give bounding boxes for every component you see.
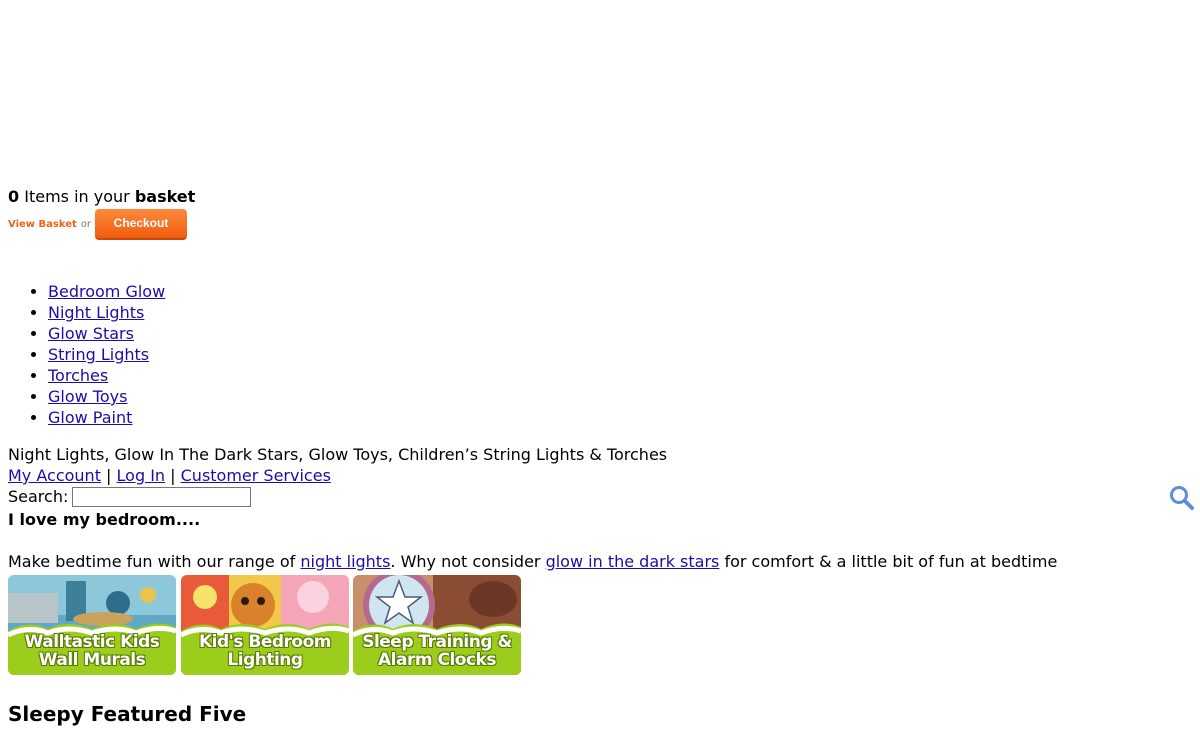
nav-item-night-lights: Night Lights [48,302,165,323]
banner-wall-murals-label: Walltastic Kids Wall Murals [8,633,176,669]
link-separator: | [165,466,181,485]
nav-link-string-lights[interactable]: String Lights [48,345,149,364]
nav-link-glow-stars[interactable]: Glow Stars [48,324,134,343]
banner-sleep-training-label: Sleep Training & Alarm Clocks [353,633,521,669]
search-input[interactable] [72,486,252,507]
banner-bedroom-lighting-label: Kid's Bedroom Lighting [181,633,349,669]
banner-wall-murals-line1: Walltastic Kids [24,632,160,652]
search-label: Search: [8,487,69,506]
customer-services-link[interactable]: Customer Services [181,466,331,485]
log-in-link[interactable]: Log In [117,466,166,485]
nav-item-glow-stars: Glow Stars [48,323,165,344]
intro-heading: I love my bedroom.... [8,510,201,529]
basket-word: basket [134,187,196,206]
nav-item-string-lights: String Lights [48,344,165,365]
intro-text-after: for comfort & a little bit of fun at bed… [719,552,1058,571]
page: 0 Items in your basket View Basket or Ch… [0,0,1200,740]
intro-text-before: Make bedtime fun with our range of [8,552,301,571]
nav-link-torches[interactable]: Torches [48,366,108,385]
basket-items-text: Items in your [19,187,135,206]
my-account-link[interactable]: My Account [8,466,101,485]
account-links: My Account | Log In | Customer Services [8,465,331,486]
nav-item-glow-paint: Glow Paint [48,407,165,428]
view-basket-link[interactable]: View Basket [8,219,77,230]
banner-bedroom-lighting-line1: Kid's Bedroom [198,632,332,652]
nav-link-glow-toys[interactable]: Glow Toys [48,387,127,406]
nav-item-torches: Torches [48,365,165,386]
nav-link-bedroom-glow[interactable]: Bedroom Glow [48,282,165,301]
night-lights-link[interactable]: night lights [300,552,390,571]
basket-count: 0 [8,187,20,206]
or-text: or [80,219,91,230]
banner-bedroom-lighting[interactable]: Kid's Bedroom Lighting [181,575,349,675]
category-nav: Bedroom Glow Night Lights Glow Stars Str… [8,281,165,428]
nav-item-bedroom-glow: Bedroom Glow [48,281,165,302]
intro-text: Make bedtime fun with our range of night… [8,551,1057,572]
link-separator: | [100,466,117,485]
site-tagline: Night Lights, Glow In The Dark Stars, Gl… [8,445,668,464]
basket-actions: View Basket or Checkout [8,209,187,240]
checkout-button[interactable]: Checkout [95,209,187,240]
banner-sleep-training-line1: Sleep Training & [362,632,512,652]
search-icon[interactable] [1168,484,1196,512]
banner-wall-murals[interactable]: Walltastic Kids Wall Murals [8,575,176,675]
search-row: Search: [8,486,252,507]
banner-wall-murals-line2: Wall Murals [38,650,146,670]
banner-bedroom-lighting-line2: Lighting [227,650,303,670]
glow-stars-link[interactable]: glow in the dark stars [546,552,720,571]
featured-heading: Sleepy Featured Five [8,702,247,726]
nav-item-glow-toys: Glow Toys [48,386,165,407]
banner-sleep-training-line2: Alarm Clocks [378,650,496,670]
basket-summary: 0 Items in your basket [8,187,195,207]
nav-link-glow-paint[interactable]: Glow Paint [48,408,132,427]
intro-text-middle: . Why not consider [390,552,546,571]
nav-link-night-lights[interactable]: Night Lights [48,303,144,322]
banner-sleep-training[interactable]: Sleep Training & Alarm Clocks [353,575,521,675]
